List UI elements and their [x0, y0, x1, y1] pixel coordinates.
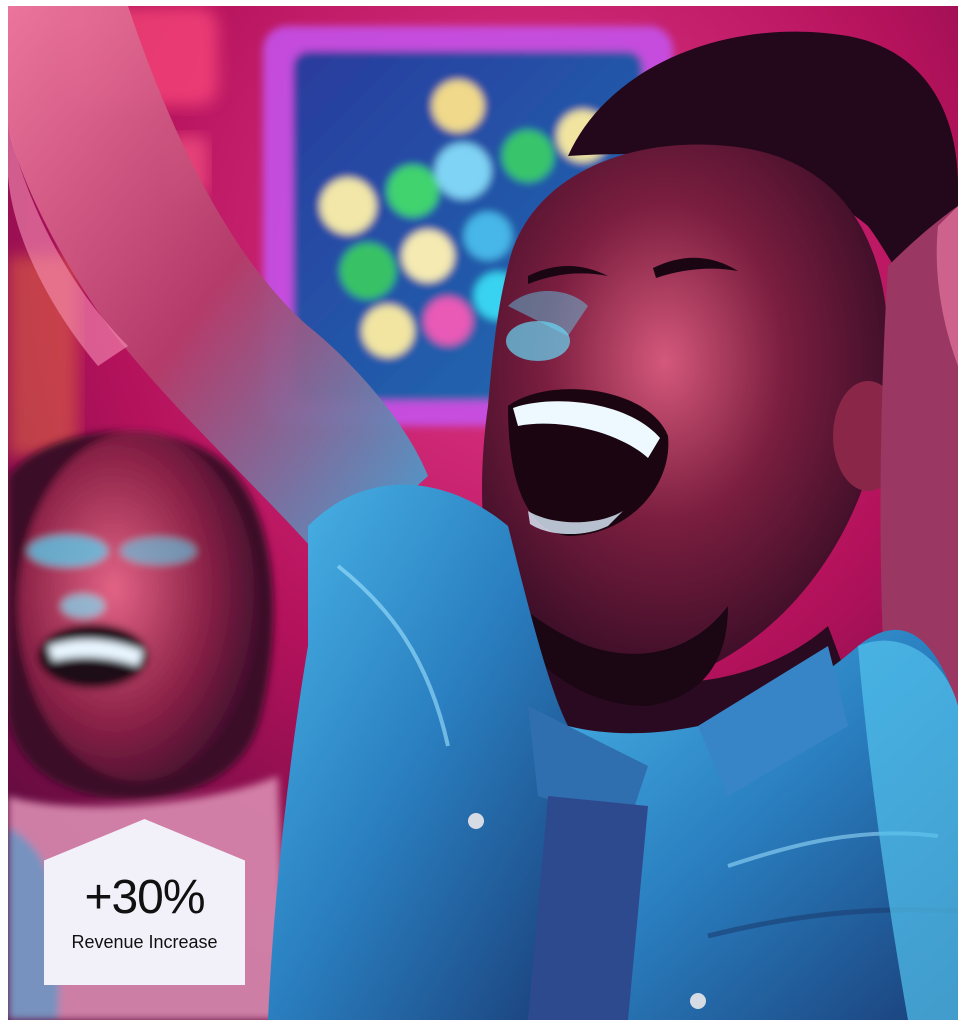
stat-value: +30% [84, 871, 205, 924]
stat-label: Revenue Increase [71, 932, 218, 952]
hero-photo-frame: +30% Revenue Increase [8, 6, 958, 1020]
